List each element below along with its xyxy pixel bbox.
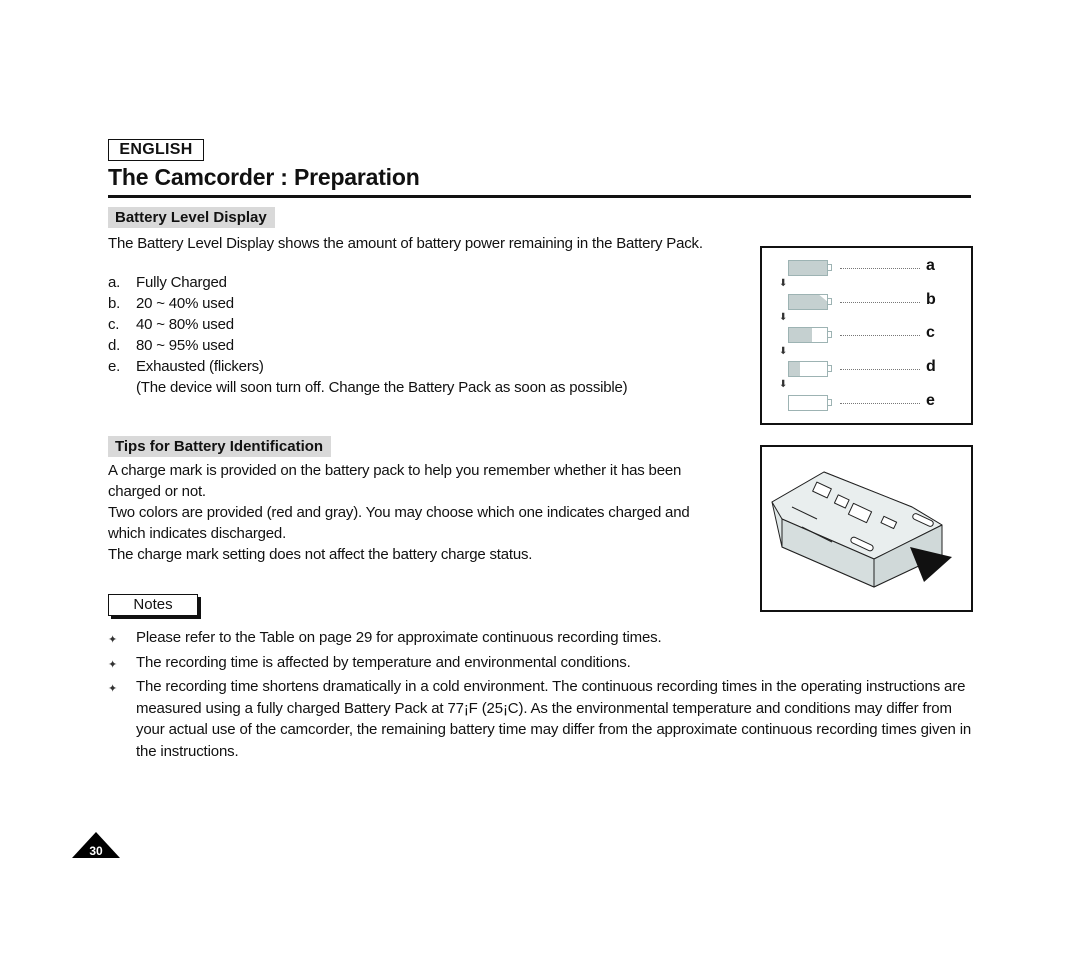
battery-icon xyxy=(788,361,828,377)
section-heading-tips: Tips for Battery Identification xyxy=(108,436,332,457)
battery-fill xyxy=(789,328,812,342)
leader-dots xyxy=(840,335,920,336)
tips-paragraph: Two colors are provided (red and gray). … xyxy=(108,504,690,542)
note-text: Please refer to the Table on page 29 for… xyxy=(136,629,662,646)
diamond-bullet-icon: ✦ xyxy=(108,658,118,671)
diamond-bullet-icon: ✦ xyxy=(108,634,118,646)
battery-pack-figure xyxy=(760,445,973,612)
list-marker: b. xyxy=(108,295,121,312)
leader-dots xyxy=(840,403,920,404)
battery-fill xyxy=(789,362,801,376)
leader-dots xyxy=(840,268,920,269)
list-item: b. 20 ~ 40% used xyxy=(108,293,264,314)
list-item-label: 80 ~ 95% used xyxy=(136,337,234,354)
leader-dots xyxy=(840,302,920,303)
note-text: The recording time is affected by temper… xyxy=(136,653,631,671)
note-text: The recording time shortens dramatically… xyxy=(136,678,972,760)
battery-pack-illustration xyxy=(771,471,952,588)
level-letter: a xyxy=(926,257,935,274)
battery-icon xyxy=(788,395,828,411)
list-marker: c. xyxy=(108,316,120,333)
leader-dots xyxy=(840,369,920,370)
page-title: The Camcorder : Preparation xyxy=(108,164,420,190)
battery-icon xyxy=(788,294,828,310)
list-item: c. 40 ~ 80% used xyxy=(108,314,264,335)
notes-label: Notes xyxy=(108,594,198,616)
section-heading-battery-level: Battery Level Display xyxy=(108,207,275,228)
arrow-down-icon: ⬇ xyxy=(779,379,788,390)
list-item-label: Fully Charged xyxy=(136,274,227,291)
language-badge: ENGLISH xyxy=(108,139,204,161)
note-item: ✦ Please refer to the Table on page 29 fo… xyxy=(108,627,978,652)
battery-level-row: a xyxy=(788,257,963,276)
level-letter: c xyxy=(926,324,935,341)
page-number: 30 xyxy=(89,844,103,858)
battery-terminal xyxy=(828,399,832,406)
list-item-label: 20 ~ 40% used xyxy=(136,295,234,312)
battery-icon xyxy=(788,260,828,276)
list-marker: a. xyxy=(108,274,121,291)
arrow-down-icon: ⬇ xyxy=(779,312,788,323)
battery-level-row: b xyxy=(788,291,963,310)
battery-fill xyxy=(789,295,827,309)
notes-list: ✦ Please refer to the Table on page 29 fo… xyxy=(108,627,978,762)
list-marker: d. xyxy=(108,337,121,354)
note-item: ✦ The recording time is affected by tempe… xyxy=(108,652,978,677)
battery-terminal xyxy=(828,331,832,338)
list-marker: e. xyxy=(108,358,121,375)
tips-paragraph: A charge mark is provided on the battery… xyxy=(108,462,682,500)
battery-level-row: e xyxy=(788,392,963,411)
tips-text: A charge mark is provided on the battery… xyxy=(108,460,728,565)
level-letter: d xyxy=(926,358,936,375)
arrow-down-icon: ⬇ xyxy=(779,346,788,357)
level-letter: b xyxy=(926,291,936,308)
note-item: ✦ The recording time shortens dramaticall… xyxy=(108,676,978,762)
battery-terminal xyxy=(828,264,832,271)
battery-levels-figure: a ⬇ b ⬇ c ⬇ d ⬇ e xyxy=(760,246,973,425)
diamond-bullet-icon: ✦ xyxy=(108,683,118,695)
list-item-label: Exhausted (flickers) xyxy=(136,358,264,375)
battery-level-list: a. Fully Charged b. 20 ~ 40% used c. 40 ~ 8… xyxy=(108,272,264,377)
battery-fill xyxy=(789,261,827,275)
battery-level-row: c xyxy=(788,324,963,343)
title-divider xyxy=(108,195,971,198)
arrow-down-icon: ⬇ xyxy=(779,278,788,289)
battery-terminal xyxy=(828,365,832,372)
exhausted-note: (The device will soon turn off. Change t… xyxy=(136,379,628,396)
battery-level-row: d xyxy=(788,358,963,377)
battery-level-intro: The Battery Level Display shows the amou… xyxy=(108,235,703,252)
list-item: d. 80 ~ 95% used xyxy=(108,335,264,356)
list-item-label: 40 ~ 80% used xyxy=(136,316,234,333)
page-number-badge: 30 xyxy=(72,832,120,858)
level-letter: e xyxy=(926,392,935,409)
tips-paragraph: The charge mark setting does not affect … xyxy=(108,546,533,563)
battery-icon xyxy=(788,327,828,343)
list-item: e. Exhausted (flickers) xyxy=(108,356,264,377)
list-item: a. Fully Charged xyxy=(108,272,264,293)
battery-terminal xyxy=(828,298,832,305)
